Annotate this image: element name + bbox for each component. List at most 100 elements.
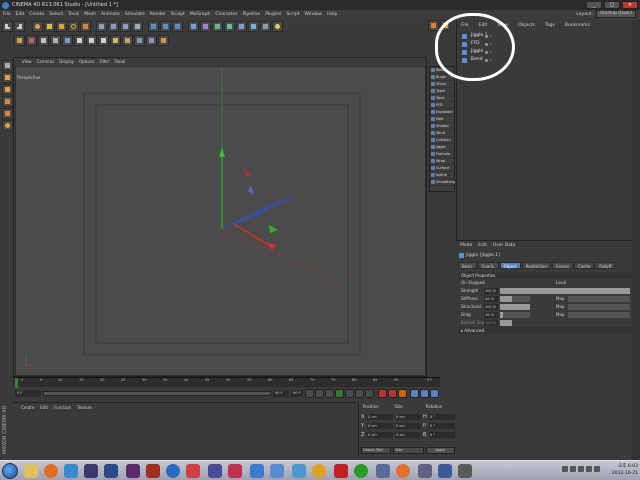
snap-button[interactable] [134, 35, 145, 46]
app-icon-6[interactable] [146, 464, 160, 478]
move-tool-button[interactable] [44, 21, 55, 32]
previous-frame-button[interactable] [325, 389, 334, 398]
menu-plugins[interactable]: Plugins [265, 10, 281, 19]
tab-falloff[interactable]: Falloff [595, 262, 616, 269]
system-clock[interactable]: 오후 6:03 2012-10-21 [612, 463, 638, 477]
menu-mograph[interactable]: MoGraph [190, 10, 210, 19]
premiere-icon[interactable] [126, 464, 140, 478]
prop-value-field[interactable]: 40 % [484, 296, 498, 302]
z-axis-lock-button[interactable] [120, 21, 131, 32]
deformer-item[interactable]: Wrap [430, 158, 454, 165]
deformer-item[interactable]: Wind [430, 130, 454, 137]
right-tab-strip[interactable] [632, 20, 640, 460]
viewport-menu-filter[interactable]: Filter [99, 58, 109, 65]
utorrent-icon[interactable] [354, 464, 368, 478]
redo-button[interactable] [14, 21, 25, 32]
left-tool-5[interactable] [2, 108, 13, 119]
prop-slider[interactable] [500, 312, 530, 318]
viewport-menu-cameras[interactable]: Cameras [37, 58, 55, 65]
size-y-field[interactable]: 0 cm [395, 423, 421, 429]
viewport-menu-view[interactable]: View [22, 58, 32, 65]
minimize-button[interactable]: _ [586, 1, 602, 9]
record-button[interactable] [378, 389, 387, 398]
viewport-menu-panel[interactable]: Panel [114, 58, 125, 65]
scale-tool-button[interactable] [56, 21, 67, 32]
photoshop-icon[interactable] [104, 464, 118, 478]
deformer-item[interactable]: Spline [430, 172, 454, 179]
deformer-item[interactable]: Explosion [430, 109, 454, 116]
advanced-section[interactable]: ▸ Advanced [458, 327, 636, 334]
deformer-item[interactable]: Smoothing [430, 179, 455, 186]
mat-menu-edit[interactable]: Edit [40, 405, 48, 410]
start-button[interactable] [2, 463, 18, 479]
timeline-ruler[interactable]: 0 5 10 15 20 25 30 35 40 45 50 55 60 65 … [13, 377, 440, 388]
preview-range-slider[interactable] [43, 391, 271, 396]
tray-icon[interactable] [578, 466, 584, 472]
prop-slider[interactable] [500, 304, 530, 310]
menu-mesh[interactable]: Mesh [84, 10, 96, 19]
points-mode-button[interactable] [74, 35, 85, 46]
menu-simulate[interactable]: Simulate [125, 10, 145, 19]
prop-slider[interactable] [500, 320, 512, 326]
tab-basic[interactable]: Basic [458, 262, 477, 269]
firefox-icon[interactable] [44, 464, 58, 478]
start-frame-field[interactable]: 0 F [15, 390, 41, 397]
current-frame-field[interactable]: 90 F [291, 390, 303, 397]
position-z-field[interactable]: 0 cm [367, 432, 393, 438]
close-button[interactable]: ✕ [622, 1, 638, 9]
mat-menu-texture[interactable]: Texture [77, 405, 92, 410]
left-tool-6[interactable] [2, 120, 13, 131]
deformer-item[interactable]: Taper [430, 88, 454, 95]
prop-value-field[interactable]: 100 % [484, 320, 498, 326]
app-icon-21[interactable] [458, 464, 472, 478]
undo-button[interactable] [2, 21, 13, 32]
tray-icon[interactable] [562, 466, 568, 472]
go-to-end-button[interactable] [365, 389, 374, 398]
workplane-lock-button[interactable] [146, 35, 157, 46]
layout-select[interactable]: Startup (User) [596, 10, 636, 18]
viewport-solo-button[interactable] [158, 35, 169, 46]
prop-value-field[interactable]: 10 % [484, 312, 498, 318]
app-icon-7[interactable] [166, 464, 180, 478]
app-icon-17[interactable] [376, 464, 390, 478]
menu-sculpt[interactable]: Sculpt [171, 10, 185, 19]
cinema4d-taskbar-icon[interactable] [208, 464, 222, 478]
go-to-start-button[interactable] [305, 389, 314, 398]
rotation-h-field[interactable]: 0 ° [429, 414, 455, 420]
size-x-field[interactable]: 0 cm [395, 414, 421, 420]
left-tool-3[interactable] [2, 84, 13, 95]
deformer-item[interactable]: FFD [430, 102, 454, 109]
pen-button[interactable] [200, 21, 211, 32]
objmgr-menu-objects[interactable]: Objects [518, 23, 535, 28]
menu-tools[interactable]: Tools [68, 10, 79, 19]
app-icon-10[interactable] [228, 464, 242, 478]
tab-cache[interactable]: Cache [573, 262, 595, 269]
prop-value-field[interactable]: 100 % [484, 304, 498, 310]
gizmo-center[interactable] [255, 212, 259, 216]
left-tool-4[interactable] [2, 96, 13, 107]
tweak-mode-button[interactable] [122, 35, 133, 46]
rotation-b-field[interactable]: 0 ° [429, 432, 455, 438]
size-z-field[interactable]: 0 cm [395, 432, 421, 438]
volume-icon[interactable] [586, 466, 592, 472]
tab-coord[interactable]: Coord. [477, 262, 499, 269]
deformer-item[interactable]: Melt [430, 116, 454, 123]
menu-render[interactable]: Render [150, 10, 166, 19]
explorer-icon[interactable] [24, 464, 38, 478]
app-icon-11[interactable] [250, 464, 264, 478]
axis-mode-button[interactable] [110, 35, 121, 46]
deformer-item[interactable]: Twist [430, 95, 454, 102]
x-axis-lock-button[interactable] [96, 21, 107, 32]
coordinate-system-button[interactable] [132, 21, 143, 32]
menu-pipeline[interactable]: Pipeline [243, 10, 261, 19]
menu-window[interactable]: Window [304, 10, 322, 19]
objmgr-menu-bookmarks[interactable]: Bookmarks [565, 23, 590, 28]
keyframe-selection-button[interactable] [398, 389, 407, 398]
tab-forces[interactable]: Forces [552, 262, 573, 269]
bend-deformer-button[interactable] [236, 21, 247, 32]
make-editable-button[interactable] [14, 35, 25, 46]
menu-file[interactable]: File [3, 10, 11, 19]
app-icon-19[interactable] [418, 464, 432, 478]
prop-slider[interactable] [500, 288, 630, 294]
deformer-item[interactable]: Jiggle [430, 144, 454, 151]
